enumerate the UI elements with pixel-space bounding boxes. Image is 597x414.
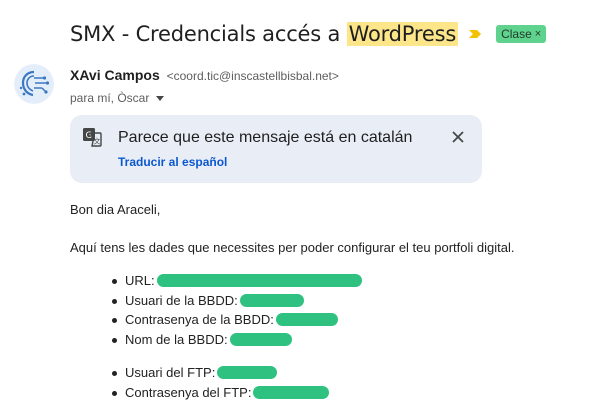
list-item-label: Usuari de la BBDD: — [125, 292, 238, 308]
importance-marker-icon[interactable] — [468, 27, 482, 41]
sender-name[interactable]: XAvi Campos — [70, 67, 160, 83]
intro-text: Aquí tens les dades que necessites per p… — [70, 240, 515, 255]
list-item: Contrasenya del FTP: — [112, 383, 330, 403]
redacted-value — [239, 293, 304, 307]
list-item-label: URL: — [125, 273, 155, 288]
label-remove-icon[interactable]: × — [535, 28, 541, 40]
subject-text: SMX - Credencials accés a — [70, 22, 347, 46]
redacted-value — [275, 313, 338, 327]
list-item: Nom de la BBDD: — [112, 330, 362, 350]
list-item-label: Usuari del FTP: — [125, 365, 216, 380]
list-item-label: Contrasenya del FTP: — [125, 384, 252, 400]
label-chip-text: Clase — [501, 27, 532, 41]
list-item: Contrasenya de la BBDD: — [112, 310, 362, 330]
list-item: Usuari del FTP: — [112, 363, 329, 383]
label-chip-clase[interactable]: Clase × — [496, 25, 547, 43]
translation-banner: G 文 Parece que este mensaje está en cata… — [70, 115, 482, 183]
circuit-logo-icon — [14, 64, 54, 104]
list-item: Usuari de la BBDD: — [112, 291, 362, 311]
email-subject-row: SMX - Credencials accés a WordPress Clas… — [70, 18, 547, 50]
recipients-text: para mí, Òscar — [70, 91, 150, 105]
ftp-credentials-list: Usuari del FTP: Contrasenya del FTP: — [112, 363, 330, 403]
redacted-value — [217, 366, 278, 380]
svg-text:文: 文 — [94, 137, 101, 146]
list-item: URL: — [112, 271, 362, 291]
db-credentials-list: URL: Usuari de la BBDD: Contrasenya de l… — [112, 271, 362, 349]
translate-icon: G 文 — [83, 128, 102, 147]
avatar[interactable] — [14, 64, 54, 104]
translate-link[interactable]: Traducir al español — [118, 155, 227, 169]
list-item-label: Nom de la BBDD: — [125, 331, 228, 347]
redacted-value — [253, 385, 330, 399]
recipients-toggle[interactable]: para mí, Òscar — [70, 91, 165, 105]
sender-email: <coord.tic@inscastellbisbal.net> — [166, 69, 339, 83]
greeting-text: Bon dia Araceli, — [70, 202, 161, 217]
close-icon[interactable] — [450, 129, 466, 145]
subject-highlight: WordPress — [346, 22, 459, 46]
redacted-value — [156, 274, 362, 288]
redacted-value — [229, 332, 292, 346]
list-item-label: Contrasenya de la BBDD: — [125, 312, 274, 327]
sender-line: XAvi Campos <coord.tic@inscastellbisbal.… — [70, 67, 339, 83]
chevron-down-icon[interactable] — [156, 95, 165, 101]
email-subject: SMX - Credencials accés a WordPress — [70, 22, 459, 46]
translation-message: Parece que este mensaje está en catalán — [118, 129, 413, 146]
